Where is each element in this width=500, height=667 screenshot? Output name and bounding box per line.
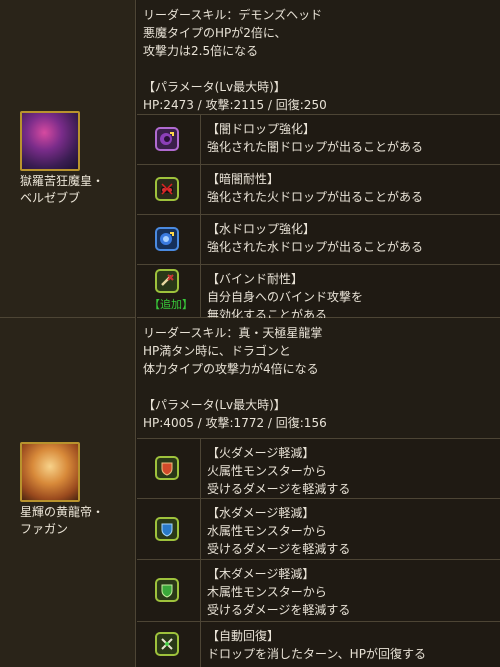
leader-skill-desc: 体力タイプの攻撃力が4倍になる xyxy=(143,362,319,376)
awakening-desc: 木属性モンスターから xyxy=(207,585,327,599)
awakening-text: 【自動回復】 ドロップを消したターン、HPが回復する xyxy=(207,627,426,663)
leader-skill-cell: リーダースキル：真・天極星龍掌 HP満タン時に、ドラゴンと 体力タイプの攻撃力が… xyxy=(137,318,500,439)
awakening-title: 【木ダメージ軽減】 xyxy=(207,567,315,581)
monster-row: 獄羅苦狂魔皇・ ベルゼブブ リーダースキル：デモンズヘッド 悪魔タイプのHPが2… xyxy=(0,0,500,322)
auto-recover-icon xyxy=(155,632,179,656)
awakening-text: 【闇ドロップ強化】 強化された闇ドロップが出ることがある xyxy=(207,120,423,156)
param-values: HP:4005 / 攻撃:1772 / 回復:156 xyxy=(143,416,327,430)
awakening-text: 【火ダメージ軽減】 火属性モンスターから 受けるダメージを軽減する xyxy=(207,444,350,498)
leader-skill-desc: 攻撃力は2.5倍になる xyxy=(143,44,259,58)
monster-portrait-fagan[interactable] xyxy=(20,442,80,502)
awakening-row: 【自動回復】 ドロップを消したターン、HPが回復する xyxy=(137,622,500,667)
awakening-title: 【自動回復】 xyxy=(207,629,280,643)
awakening-title: 【水ダメージ軽減】 xyxy=(207,506,315,520)
awakening-text: 【水ドロップ強化】 強化された水ドロップが出ることがある xyxy=(207,220,423,256)
awakening-icon-cell xyxy=(137,115,201,164)
awakening-row: 【水ダメージ軽減】 水属性モンスターから 受けるダメージを軽減する xyxy=(137,499,500,560)
monster-cell: 星輝の黄龍帝・ ファガン xyxy=(0,318,136,667)
awakening-desc: 自分自身へのバインド攻撃を xyxy=(207,290,364,304)
awakening-desc: 受けるダメージを軽減する xyxy=(207,482,351,496)
awakening-row: 【火ダメージ軽減】 火属性モンスターから 受けるダメージを軽減する xyxy=(137,439,500,499)
awakening-title: 【バインド耐性】 xyxy=(207,272,304,286)
awakening-desc: 受けるダメージを軽減する xyxy=(207,603,351,617)
awakening-row: 【暗闇耐性】 強化された火ドロップが出ることがある xyxy=(137,165,500,215)
awakening-row: 【水ドロップ強化】 強化された水ドロップが出ることがある xyxy=(137,215,500,265)
leader-skill-name: リーダースキル：真・天極星龍掌 xyxy=(143,326,323,340)
water-drop-enhance-icon xyxy=(155,227,179,251)
awakening-icon-cell xyxy=(137,439,201,498)
awakening-text: 【木ダメージ軽減】 木属性モンスターから 受けるダメージを軽減する xyxy=(207,565,350,619)
awakening-icon-cell xyxy=(137,622,201,667)
awakening-icon-cell xyxy=(137,499,201,559)
leader-skill-desc: HP満タン時に、ドラゴンと xyxy=(143,344,291,358)
bind-resist-icon xyxy=(155,269,179,293)
leader-skill-name: リーダースキル：デモンズヘッド xyxy=(143,8,323,22)
awakening-text: 【水ダメージ軽減】 水属性モンスターから 受けるダメージを軽減する xyxy=(207,504,350,558)
wood-damage-reduce-icon xyxy=(155,578,179,602)
leader-skill-cell: リーダースキル：デモンズヘッド 悪魔タイプのHPが2倍に、 攻撃力は2.5倍にな… xyxy=(137,0,500,115)
dark-drop-enhance-icon xyxy=(155,127,179,151)
monster-name[interactable]: 獄羅苦狂魔皇・ ベルゼブブ xyxy=(20,173,132,207)
param-title: 【パラメータ(Lv最大時)】 xyxy=(143,80,286,94)
monster-cell: 獄羅苦狂魔皇・ ベルゼブブ xyxy=(0,0,136,318)
awakening-title: 【水ドロップ強化】 xyxy=(207,222,316,236)
fire-damage-reduce-icon xyxy=(155,456,179,480)
monster-awakening-table: 獄羅苦狂魔皇・ ベルゼブブ リーダースキル：デモンズヘッド 悪魔タイプのHPが2… xyxy=(0,0,500,667)
awakening-icon-cell: 【追加】 xyxy=(137,265,201,317)
awakening-row: 【追加】 【バインド耐性】 自分自身へのバインド攻撃を 無効化することがある xyxy=(137,265,500,322)
awakening-row: 【木ダメージ軽減】 木属性モンスターから 受けるダメージを軽減する xyxy=(137,560,500,622)
param-values: HP:2473 / 攻撃:2115 / 回復:250 xyxy=(143,98,327,112)
monster-portrait-beelzebub[interactable] xyxy=(20,111,80,171)
monster-row: 星輝の黄龍帝・ ファガン リーダースキル：真・天極星龍掌 HP満タン時に、ドラゴ… xyxy=(0,318,500,667)
awakening-desc: ドロップを消したターン、HPが回復する xyxy=(207,647,426,661)
awakening-text: 【バインド耐性】 自分自身へのバインド攻撃を 無効化することがある xyxy=(207,270,363,324)
added-badge: 【追加】 xyxy=(149,298,193,311)
param-title: 【パラメータ(Lv最大時)】 xyxy=(143,398,286,412)
awakening-title: 【火ダメージ軽減】 xyxy=(207,446,315,460)
awakening-text: 【暗闇耐性】 強化された火ドロップが出ることがある xyxy=(207,170,423,206)
awakening-desc: 火属性モンスターから xyxy=(207,464,327,478)
awakening-icon-cell xyxy=(137,215,201,264)
water-damage-reduce-icon xyxy=(155,517,179,541)
awakening-title: 【暗闇耐性】 xyxy=(207,172,280,186)
awakening-desc: 水属性モンスターから xyxy=(207,524,327,538)
awakening-title: 【闇ドロップ強化】 xyxy=(207,122,316,136)
awakening-desc: 受けるダメージを軽減する xyxy=(207,542,351,556)
awakening-desc: 強化された火ドロップが出ることがある xyxy=(207,190,424,204)
leader-skill-desc: 悪魔タイプのHPが2倍に、 xyxy=(143,26,287,40)
dark-resist-icon xyxy=(155,177,179,201)
awakening-desc: 強化された闇ドロップが出ることがある xyxy=(207,140,424,154)
monster-name[interactable]: 星輝の黄龍帝・ ファガン xyxy=(20,504,132,538)
awakening-icon-cell xyxy=(137,165,201,214)
awakening-row: 【闇ドロップ強化】 強化された闇ドロップが出ることがある xyxy=(137,115,500,165)
awakening-desc: 強化された水ドロップが出ることがある xyxy=(207,240,424,254)
awakening-icon-cell xyxy=(137,560,201,621)
